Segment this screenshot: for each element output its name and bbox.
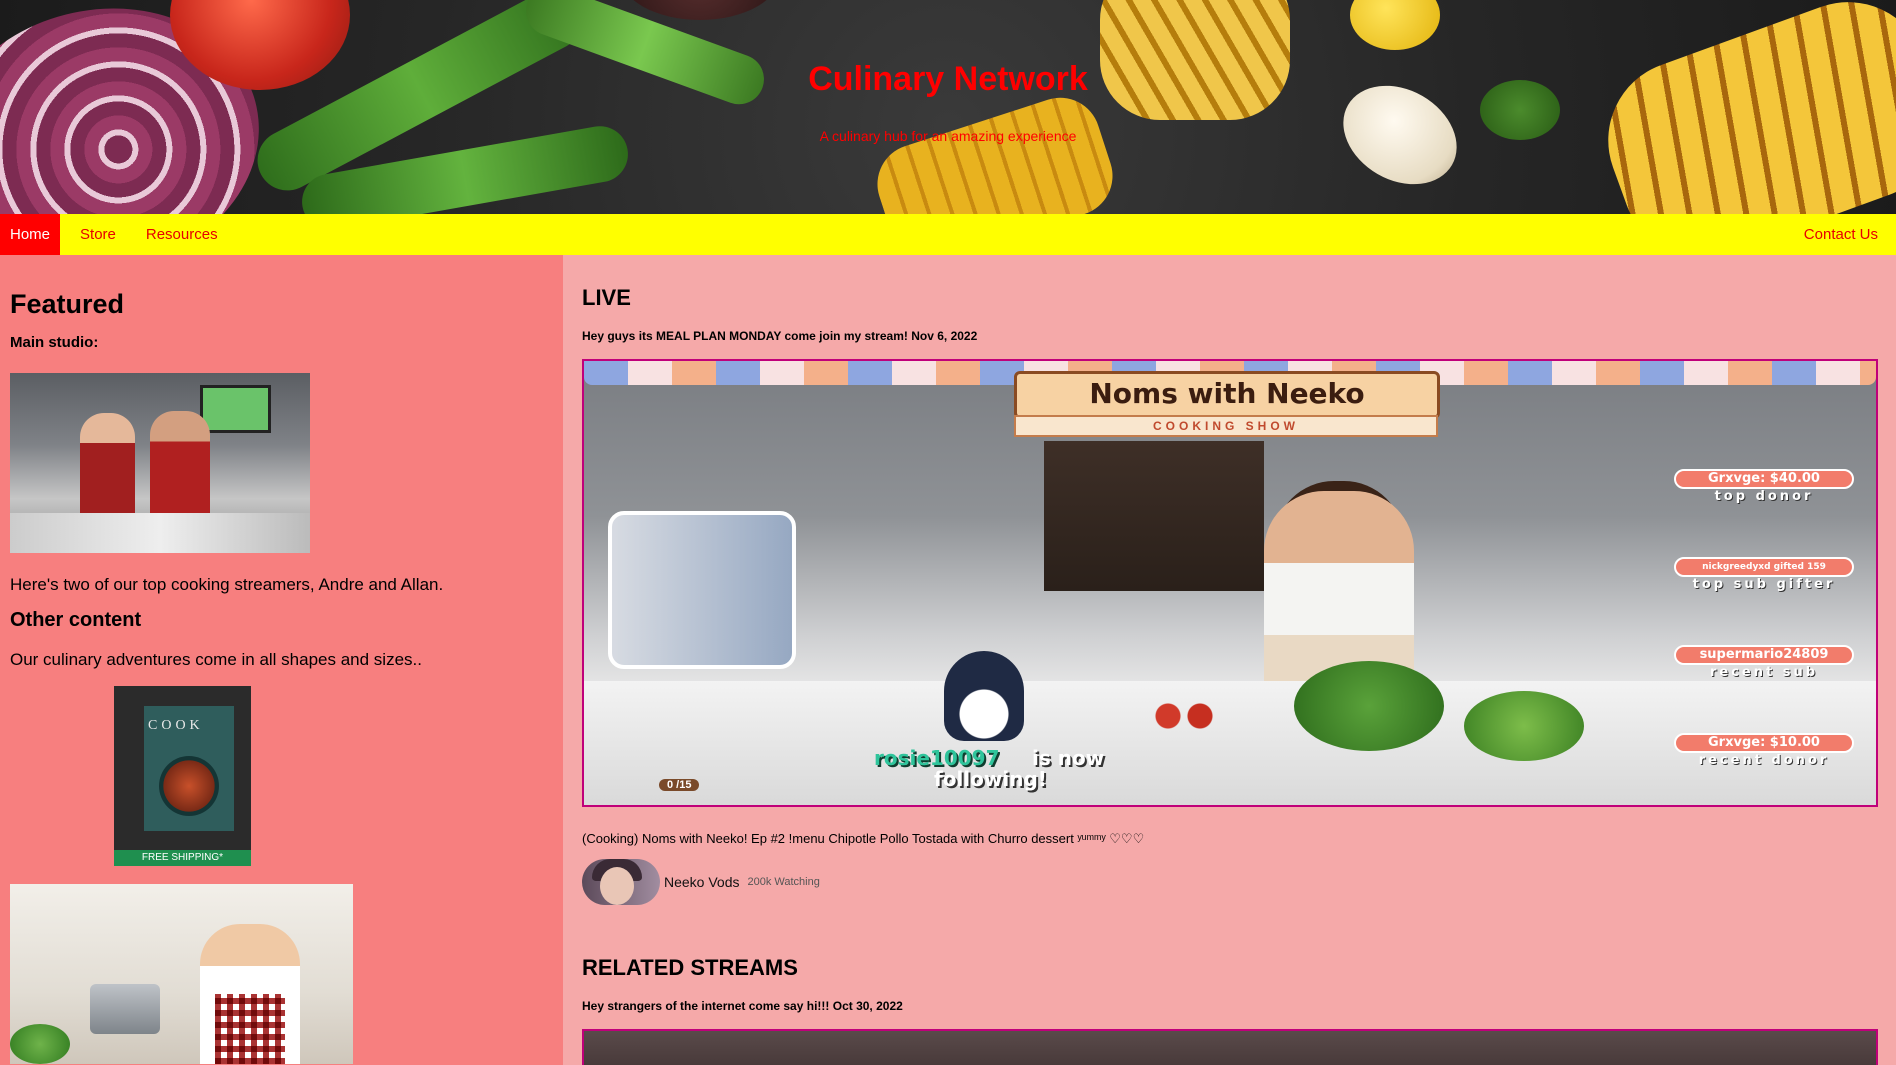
streamer-name[interactable]: Neeko Vods: [664, 874, 740, 890]
donor-pill: Grxvge: $10.00: [1674, 733, 1854, 753]
lettuce-bowl: [1294, 661, 1444, 751]
live-post-text: Hey guys its MEAL PLAN MONDAY come join …: [582, 329, 908, 343]
live-post-date: Nov 6, 2022: [911, 329, 978, 343]
studio-screen: [200, 385, 271, 433]
related-post-caption: Hey strangers of the internet come say h…: [582, 999, 1877, 1013]
site-title: Culinary Network: [808, 60, 1088, 98]
streamer-info: Neeko Vods 200k Watching: [582, 859, 1877, 905]
apron-illustration: [215, 994, 285, 1064]
vegetable-illustration: [10, 1024, 70, 1064]
live-stream-player[interactable]: Noms with Neeko COOKING SHOW rosie10097 …: [582, 359, 1878, 807]
streamer-avatar[interactable]: [582, 859, 660, 905]
free-shipping-badge: FREE SHIPPING*: [114, 850, 251, 866]
webcam-box: [608, 511, 796, 669]
kid-cooking-image[interactable]: [10, 884, 353, 1064]
donor-pill: supermario24809: [1674, 645, 1854, 665]
featured-heading: Featured: [10, 289, 125, 319]
donor-widget: Grxvge: $40.00 top donor: [1674, 469, 1854, 504]
tomatoes-illustration: [1144, 701, 1224, 731]
related-post-text: Hey strangers of the internet come say h…: [582, 999, 830, 1013]
bowl-decoration: [620, 0, 780, 20]
corn-decoration: [1585, 0, 1896, 214]
live-post-caption: Hey guys its MEAL PLAN MONDAY come join …: [582, 329, 1877, 343]
follow-alert-text-2: following!: [934, 767, 1047, 791]
related-stream-player[interactable]: [582, 1029, 1878, 1065]
kitchen-shelf: [1044, 441, 1264, 591]
penguin-mascot-icon: [944, 651, 1024, 741]
site-tagline: A culinary hub for an amazing experience: [819, 128, 1077, 144]
donor-pill: nickgreedyxd gifted 159: [1674, 557, 1854, 577]
related-post-date: Oct 30, 2022: [832, 999, 903, 1013]
sidebar: Featured Main studio: Here's two of our …: [0, 255, 563, 1065]
nav-home-link[interactable]: Home: [0, 214, 61, 255]
related-heading: RELATED STREAMS: [582, 955, 798, 980]
donor-widget: nickgreedyxd gifted 159 top sub gifter: [1674, 557, 1854, 592]
nav-spacer: [228, 214, 1794, 255]
pot-illustration: [90, 984, 160, 1034]
viewer-count: 200k Watching: [747, 876, 820, 888]
donor-widget: supermario24809 recent sub: [1674, 645, 1854, 680]
nav-contact-link[interactable]: Contact Us: [1794, 214, 1888, 255]
nav-resources-link[interactable]: Resources: [136, 214, 228, 255]
lettuce-bowl: [1464, 691, 1584, 761]
main-content: Featured Main studio: Here's two of our …: [0, 255, 1896, 1065]
dish-illustration: [159, 756, 219, 816]
donor-widget: Grxvge: $10.00 recent donor: [1674, 733, 1854, 768]
other-content-heading: Other content: [10, 609, 142, 631]
lemon-decoration: [1350, 0, 1440, 50]
goal-counter: 0 /15: [659, 779, 700, 791]
studio-description: Here's two of our top cooking streamers,…: [10, 575, 444, 594]
stream-title[interactable]: (Cooking) Noms with Neeko! Ep #2 !menu C…: [582, 831, 1877, 847]
related-streams-section: RELATED STREAMS Hey strangers of the int…: [582, 955, 1878, 1065]
main-nav: Home Store Resources Contact Us: [0, 214, 1896, 255]
corn-decoration: [867, 87, 1123, 214]
studio-image: [10, 373, 310, 553]
studio-counter: [10, 513, 310, 553]
studio-label: Main studio:: [10, 334, 99, 351]
stream-sign: Noms with Neeko: [1014, 371, 1440, 419]
live-section: LIVE Hey guys its MEAL PLAN MONDAY come …: [563, 255, 1896, 1065]
donor-label: top sub gifter: [1692, 577, 1836, 592]
cookbook-image[interactable]: COOK FREE SHIPPING*: [114, 686, 251, 866]
header-banner: Culinary Network A culinary hub for an a…: [0, 0, 1896, 214]
book-cover-title: COOK: [148, 718, 204, 733]
nav-store-link[interactable]: Store: [70, 214, 126, 255]
donor-label: recent sub: [1709, 665, 1819, 680]
donor-pill: Grxvge: $40.00: [1674, 469, 1854, 489]
avatar-face: [600, 867, 634, 905]
donor-label: top donor: [1714, 489, 1814, 504]
stream-sign-subtitle: COOKING SHOW: [1014, 415, 1438, 437]
live-heading: LIVE: [582, 285, 631, 310]
other-content-description: Our culinary adventures come in all shap…: [10, 650, 422, 669]
donor-label: recent donor: [1698, 753, 1830, 768]
